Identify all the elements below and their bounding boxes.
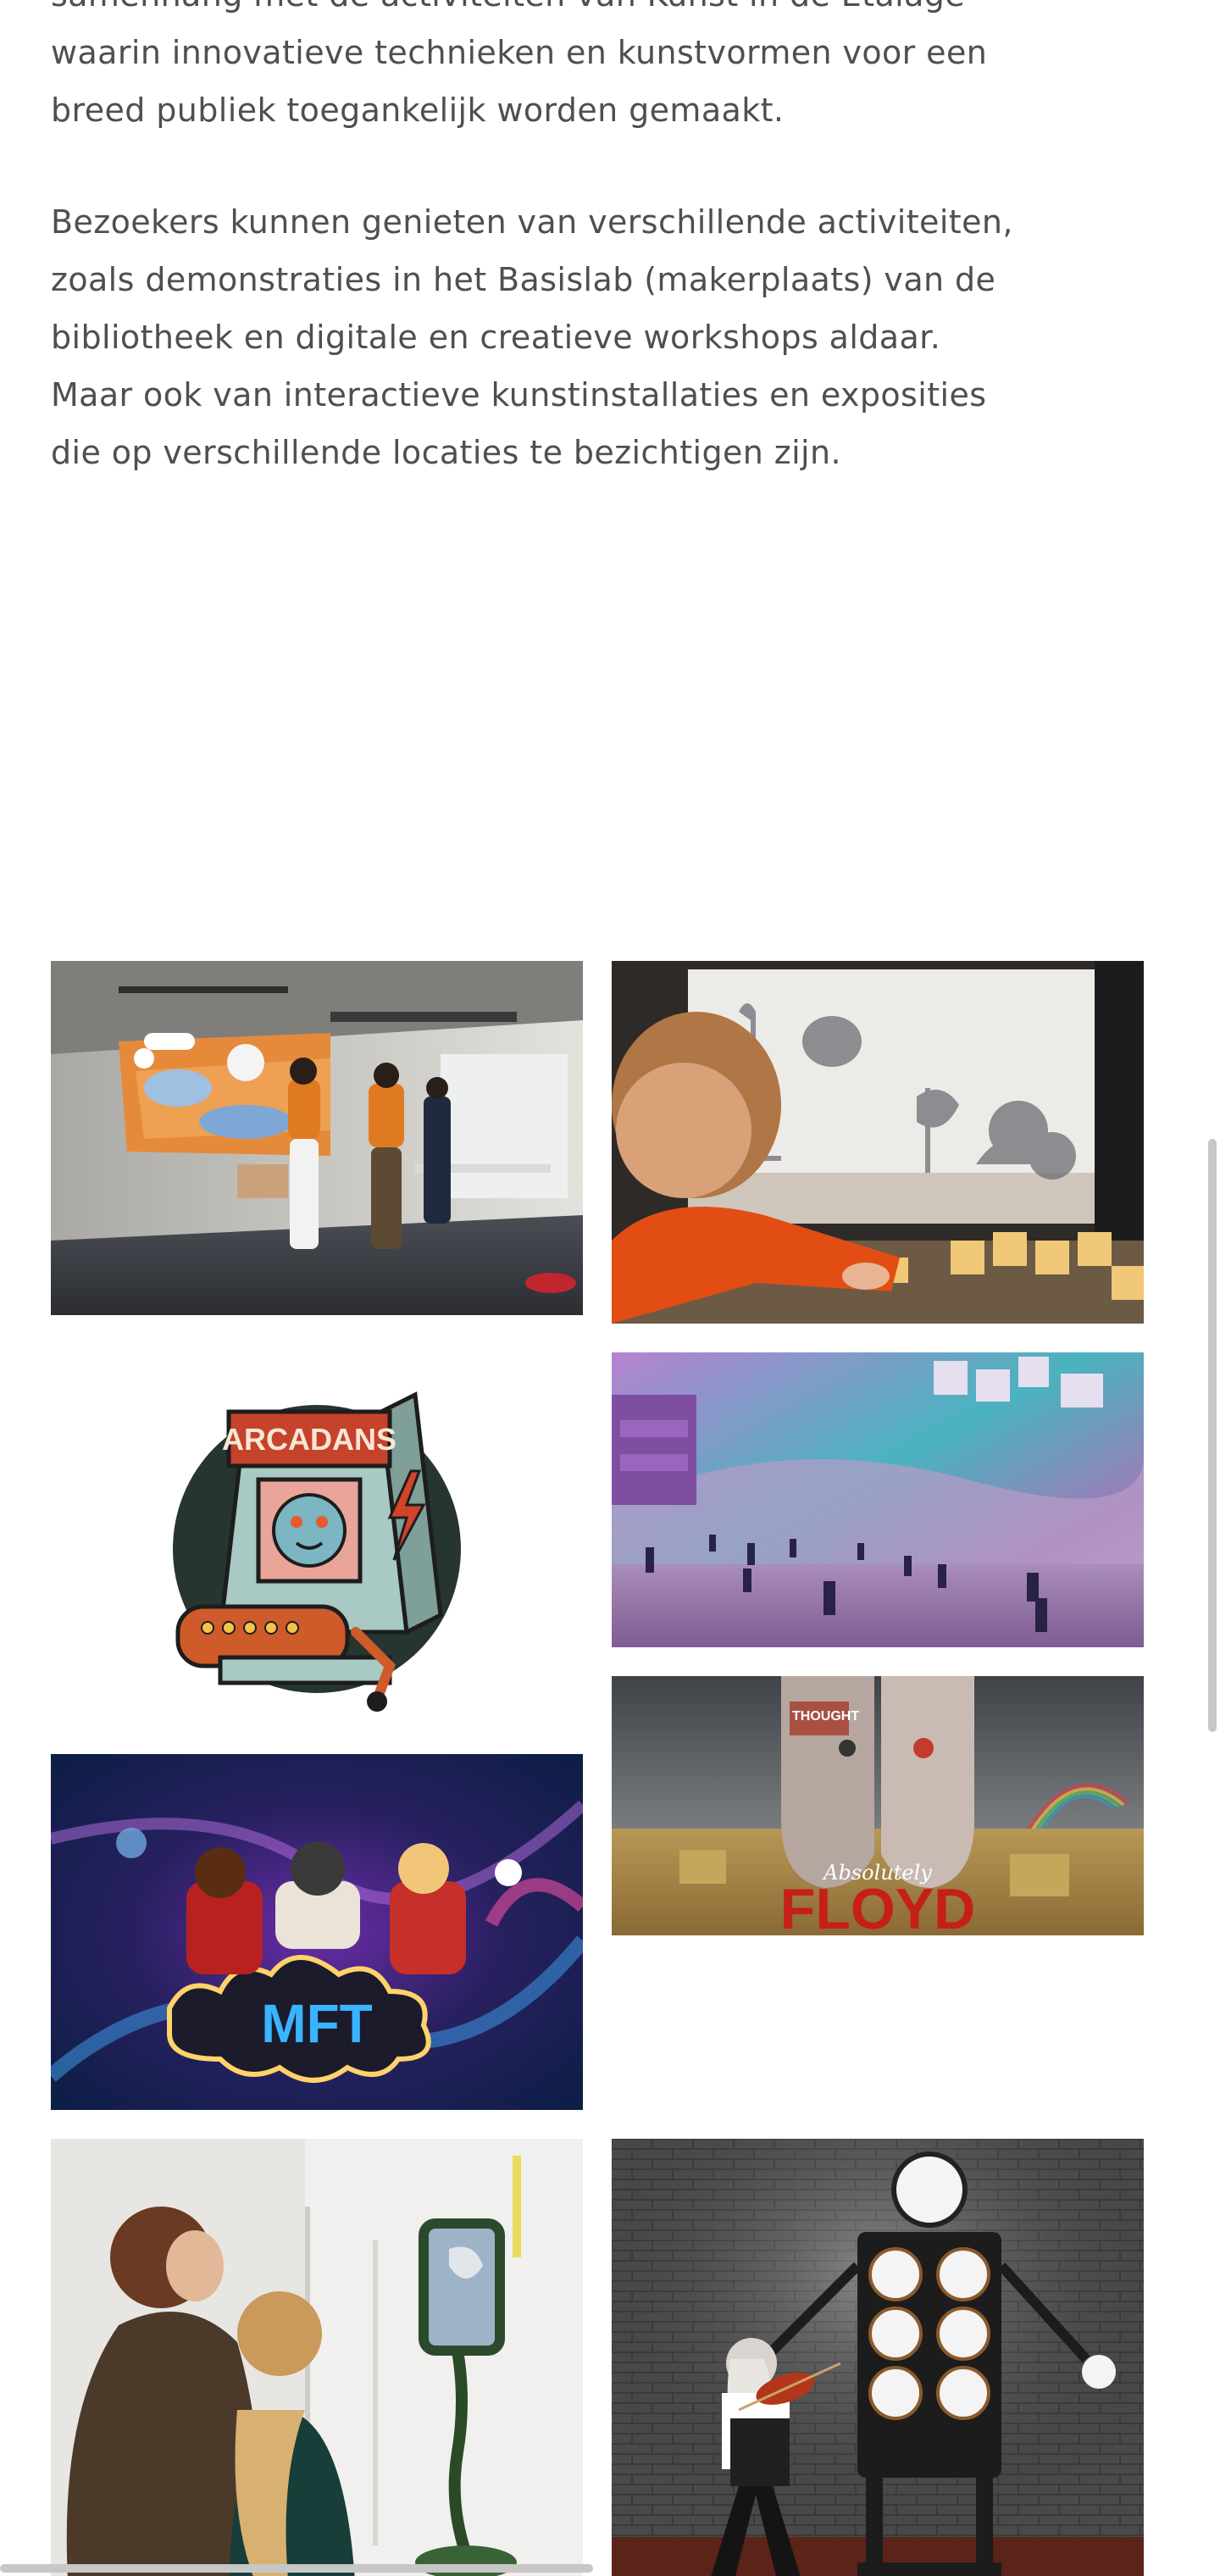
photo-mirror-installation[interactable] [51, 2139, 583, 2576]
horizontal-scrollbar-thumb[interactable] [0, 2564, 593, 2573]
poster-absolutely-floyd[interactable]: THOUGHT Absolutely FLOYD [612, 1676, 1144, 1935]
photo-interactive-projection-dance[interactable] [51, 961, 583, 1315]
poster-mft-kids[interactable]: MFT [51, 1754, 583, 2110]
illustration-arcadians-machine[interactable]: ARCADANS [51, 1352, 583, 1725]
thought-label: THOUGHT [792, 1709, 859, 1724]
vertical-scrollbar-thumb[interactable] [1208, 1139, 1217, 1732]
photo-virtual-world-purple[interactable] [612, 1352, 1144, 1647]
arcadians-label: ARCADANS [222, 1422, 396, 1457]
photo-violin-robot[interactable] [612, 2139, 1144, 2576]
mft-label: MFT [261, 1993, 373, 2054]
floyd-label: FLOYD [780, 1877, 975, 1935]
article-paragraph: samenhang met de activiteiten van Kunst … [51, 0, 988, 129]
article-text: samenhang met de activiteiten van Kunst … [51, 0, 1034, 536]
photo-shadow-play-child[interactable] [612, 961, 1144, 1324]
article-paragraph: Bezoekers kunnen genieten van verschille… [51, 203, 1013, 471]
